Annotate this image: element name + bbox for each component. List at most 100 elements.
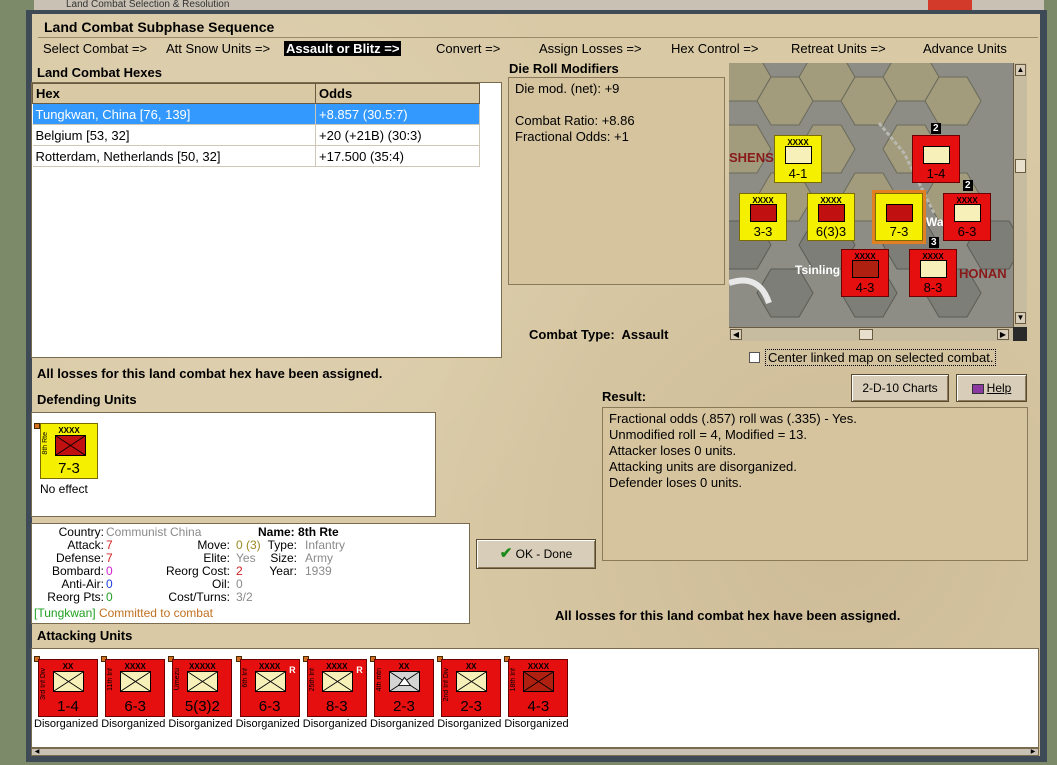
attacking-unit-counter[interactable]: XXXX 25th Inf R 8-3 [306, 659, 367, 717]
linked-map[interactable]: SHENS Tsinling HONAN Wa XXXX 4-1 XXXX 3-… [729, 63, 1027, 341]
map-counter[interactable]: XXXX 4-3 [841, 249, 889, 297]
ok-done-label: OK - Done [515, 547, 573, 561]
seq-hex-control[interactable]: Hex Control => [671, 41, 758, 56]
unit-name: 2nd Inf Div [443, 668, 451, 702]
attacking-unit-counter[interactable]: XXXX 11th Inf 6-3 [105, 659, 166, 717]
result-panel: Fractional odds (.857) roll was (.335) -… [602, 407, 1028, 561]
scroll-right-icon[interactable]: ▶ [997, 329, 1009, 340]
attacking-unit-counter[interactable]: XXXX 18th Inf 4-3 [508, 659, 569, 717]
unit-info-panel: Country: Attack: Defense: Bombard: Anti-… [31, 523, 470, 624]
attacking-unit-status: Disorganized [504, 718, 569, 730]
map-counter[interactable]: XXXX 8-3 [909, 249, 957, 297]
unit-strength: 2-3 [460, 698, 483, 715]
scroll-left-icon[interactable]: ◀ [32, 749, 42, 755]
unit-size: XX [465, 662, 477, 671]
col-hex[interactable]: Hex [32, 83, 316, 104]
unit-name: Umezu [174, 668, 182, 691]
attacking-title: Attacking Units [37, 628, 133, 643]
unit-strength: 6-3 [258, 698, 281, 715]
unit-name: 25th Inf [308, 668, 316, 692]
scroll-left-icon[interactable]: ◀ [730, 329, 742, 340]
seq-retreat-units[interactable]: Retreat Units => [791, 41, 886, 56]
stack-count: 3 [929, 237, 939, 248]
unit-name: 6th Inf [241, 668, 249, 688]
unit-symbol [852, 260, 879, 278]
info-labels-col3: Type: Size: Year: [268, 539, 297, 578]
unit-strength: 1-4 [926, 166, 946, 181]
map-counter[interactable]: XXXX 4-1 [774, 135, 822, 183]
attacking-unit-status: Disorganized [34, 718, 99, 730]
hexes-list[interactable]: Hex Odds Tungkwan, China [76, 139] +8.85… [31, 82, 502, 358]
attacking-unit-counter[interactable]: XXXXX Umezu 5(3)2 [172, 659, 233, 717]
vscroll-thumb[interactable] [1015, 159, 1026, 173]
infantry-unit-symbol [523, 671, 555, 692]
unit-strength: 3-3 [753, 224, 773, 239]
ok-done-button[interactable]: ✔ OK - Done [476, 539, 596, 569]
unit-strength: 1-4 [57, 698, 79, 715]
attacking-unit-counter[interactable]: XXXX 6th Inf R 6-3 [239, 659, 300, 717]
help-button[interactable]: Help [956, 374, 1027, 402]
unit-strength: 2-3 [393, 698, 415, 715]
scroll-up-icon[interactable]: ▲ [1015, 64, 1026, 76]
map-counter[interactable]: XXXX 6-3 [943, 193, 991, 241]
center-map-checkbox[interactable] [749, 352, 760, 363]
map-counter[interactable]: XXXX 3-3 [739, 193, 787, 241]
seq-advance-units[interactable]: Advance Units [923, 41, 1007, 56]
odds-cell: +8.857 (30.5:7) [315, 103, 480, 125]
defending-title: Defending Units [37, 392, 137, 407]
map-label-tsinling: Tsinling [795, 263, 841, 277]
table-row[interactable]: Rotterdam, Netherlands [50, 32] +17.500 … [32, 145, 480, 167]
charts-button[interactable]: 2-D-10 Charts [851, 374, 949, 402]
help-label: Help [986, 381, 1012, 395]
map-counter[interactable]: XXXX 6(3)3 [807, 193, 855, 241]
scroll-right-icon[interactable]: ▶ [1028, 749, 1038, 755]
result-line: Attacker loses 0 units. [609, 443, 737, 458]
info-name: 8th Rte [298, 525, 339, 539]
col-odds[interactable]: Odds [315, 83, 480, 104]
map-counter-selected[interactable]: 7-3 [875, 193, 923, 241]
attacking-unit-counter[interactable]: XX 2nd Inf Div 2-3 [441, 659, 502, 717]
unit-strength: 8-3 [923, 280, 943, 295]
defending-units-panel: XXXX 8th Rte 7-3 No effect [31, 412, 436, 517]
unit-name: 4th mtn [376, 668, 383, 692]
attacking-unit-status: Disorganized [437, 718, 502, 730]
attacking-hscrollbar[interactable]: ◀ ▶ [31, 748, 1039, 756]
defending-unit-counter[interactable]: XXXX 8th Rte 7-3 [40, 423, 98, 479]
center-map-label[interactable]: Center linked map on selected combat. [765, 349, 997, 366]
unit-name: 8th Rte [42, 432, 49, 455]
unit-symbol [785, 146, 812, 164]
map-hscrollbar[interactable]: ◀ ▶ [729, 327, 1013, 341]
table-row[interactable]: Belgium [53, 32] +20 (+21B) (30:3) [32, 124, 480, 146]
unit-symbol [886, 204, 913, 222]
result-title: Result: [602, 389, 647, 404]
unit-symbol [923, 146, 950, 164]
modifiers-panel: Die mod. (net): +9 Combat Ratio: +8.86 F… [508, 77, 725, 285]
attacking-unit-counter[interactable]: XX 4th mtn 2-3 [374, 659, 434, 717]
map-counter[interactable]: 1-4 [912, 135, 960, 183]
subphase-sequence: Select Combat => Att Snow Units => Assau… [40, 41, 1040, 59]
unit-strength: 8-3 [325, 698, 348, 715]
attacking-unit-status: Disorganized [235, 718, 300, 730]
attacking-unit-status: Disorganized [302, 718, 367, 730]
scroll-down-icon[interactable]: ▼ [1015, 312, 1026, 324]
reserve-marker: R [289, 665, 296, 675]
seq-convert[interactable]: Convert => [436, 41, 500, 56]
info-label: Cost/Turns: [168, 590, 230, 604]
table-row[interactable]: Tungkwan, China [76, 139] +8.857 (30.5:7… [32, 103, 480, 125]
unit-strength: 5(3)2 [184, 698, 220, 715]
combat-type-label: Combat Type: [529, 327, 615, 342]
unit-strength: 7-3 [889, 224, 909, 239]
attacking-unit-status: Disorganized [370, 718, 435, 730]
map-vscrollbar[interactable]: ▲ ▼ [1013, 63, 1027, 327]
hex-cell: Belgium [53, 32] [32, 124, 316, 146]
seq-select-combat[interactable]: Select Combat => [43, 41, 147, 56]
seq-assign-losses[interactable]: Assign Losses => [539, 41, 642, 56]
unit-symbol [55, 435, 86, 456]
unit-size: XXXX [527, 662, 550, 671]
info-label: Reorg Pts: [47, 590, 104, 604]
seq-assault-or-blitz[interactable]: Assault or Blitz => [284, 41, 402, 56]
seq-att-snow-units[interactable]: Att Snow Units => [166, 41, 270, 56]
attacking-unit-counter[interactable]: XX 3rd Inf Div 1-4 [38, 659, 98, 717]
game-window: Land Combat Selection & Resolution Land … [0, 0, 1057, 765]
hscroll-thumb[interactable] [859, 329, 873, 340]
